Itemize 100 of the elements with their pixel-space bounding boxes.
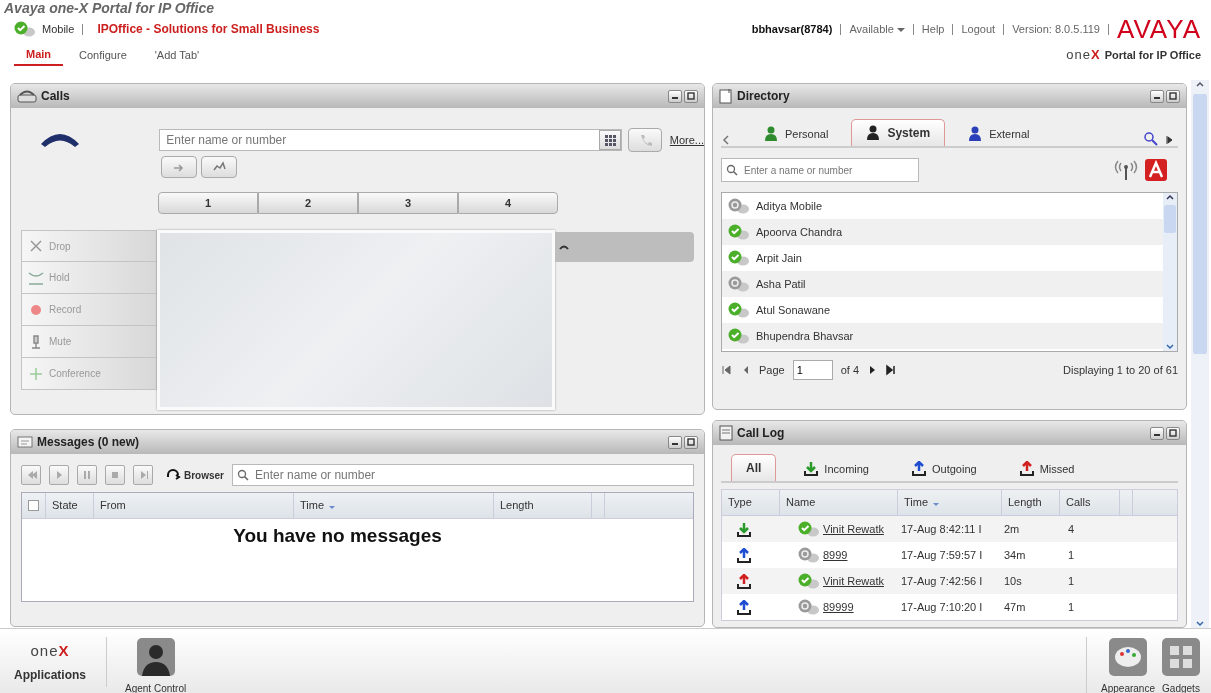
search-field[interactable]: Enter a name or number: [721, 158, 919, 182]
select-all-checkbox[interactable]: [28, 500, 39, 511]
scrollbar-thumb[interactable]: [1193, 94, 1207, 354]
panel-title: Call Log: [737, 425, 785, 442]
search-icon[interactable]: [1144, 132, 1158, 146]
line-tab[interactable]: 4: [458, 192, 558, 214]
scrollbar-thumb[interactable]: [1164, 205, 1176, 233]
maximize-icon: [1169, 92, 1177, 100]
download-arrow-icon: [803, 460, 820, 477]
panel-title: Calls: [41, 88, 70, 105]
call-log-tab[interactable]: Incoming: [788, 455, 884, 481]
header-link[interactable]: Logout: [961, 20, 996, 38]
site-title: IPOffice - Solutions for Small Business: [97, 21, 320, 38]
empty-message: You have no messages: [232, 524, 443, 548]
warning-letter-icon[interactable]: [1144, 158, 1168, 182]
directory-tab[interactable]: System: [851, 119, 946, 146]
minimize-button[interactable]: [1150, 426, 1164, 440]
contact-name[interactable]: Bhupendra Bhavsar: [756, 327, 854, 345]
directory-tab[interactable]: Personal: [749, 120, 844, 146]
call-log-tab[interactable]: Outgoing: [896, 455, 992, 481]
document-icon: [719, 425, 733, 441]
column-header[interactable]: Time: [904, 494, 940, 511]
minimize-button[interactable]: [668, 89, 682, 103]
line-tab[interactable]: 3: [358, 192, 458, 214]
browser-button[interactable]: Browser: [165, 467, 224, 483]
main-tab[interactable]: Configure: [67, 44, 139, 66]
call-log-tab[interactable]: Missed: [1003, 455, 1090, 481]
search-field[interactable]: Enter a name or number: [742, 161, 914, 179]
first-page-icon[interactable]: [721, 364, 733, 376]
page-title: Avaya one-X Portal for IP Office: [4, 0, 215, 16]
table-cell-text: 1: [1067, 573, 1075, 589]
contact-link[interactable]: 89999: [823, 598, 854, 616]
brand-logo: AVAYA: [1117, 17, 1201, 41]
search-icon: [237, 469, 249, 481]
grid-icon: [603, 133, 617, 147]
table-cell-text: 17-Aug 7:10:20 I: [900, 599, 984, 615]
contact-name[interactable]: Aditya Mobile: [756, 197, 823, 215]
column-header[interactable]: Length: [500, 497, 534, 514]
contact-name[interactable]: Arpit Jain: [756, 249, 802, 267]
park-button[interactable]: [201, 156, 237, 178]
contact-link[interactable]: 8999: [823, 546, 848, 564]
column-header[interactable]: Name: [786, 494, 816, 511]
column-header[interactable]: From: [100, 497, 126, 514]
column-header[interactable]: State: [52, 497, 78, 514]
dial-field[interactable]: Enter name or number: [159, 129, 623, 151]
list-scrollbar[interactable]: [1163, 193, 1177, 351]
maximize-button[interactable]: [684, 89, 698, 103]
column-header[interactable]: Time: [300, 497, 336, 514]
page-field[interactable]: 1: [792, 360, 833, 380]
search-icon: [726, 164, 738, 176]
contact-name[interactable]: Atul Sonawane: [756, 301, 830, 319]
column-header[interactable]: Type: [728, 494, 752, 511]
contact-link[interactable]: Vinit Rewatk: [823, 572, 884, 590]
contact-link[interactable]: Vinit Rewatk: [823, 520, 884, 538]
main-tab[interactable]: 'Add Tab': [142, 44, 212, 66]
scroll-down-icon[interactable]: [1165, 343, 1175, 351]
dial-field[interactable]: Enter name or number: [164, 130, 596, 150]
column-header[interactable]: Length: [1008, 494, 1042, 511]
line-tab[interactable]: 1: [158, 192, 258, 214]
person-icon: [764, 125, 780, 142]
page-count: of 4: [840, 362, 860, 378]
table-cell-text: 17-Aug 7:59:57 I: [900, 547, 984, 563]
contact-name[interactable]: Asha Patil: [756, 275, 806, 293]
call-log-tab[interactable]: All: [731, 454, 777, 481]
line-tab[interactable]: 2: [258, 192, 358, 214]
grid-icon: [1161, 637, 1201, 677]
palette-icon: [1108, 637, 1149, 677]
phone-icon: [17, 89, 37, 103]
last-page-icon[interactable]: [885, 364, 898, 376]
minimize-button[interactable]: [1150, 89, 1164, 103]
scroll-down-icon[interactable]: [1195, 620, 1205, 628]
column-header[interactable]: Calls: [1066, 494, 1091, 511]
maximize-button[interactable]: [1166, 89, 1180, 103]
maximize-button[interactable]: [1166, 426, 1180, 440]
table-cell-text: 10s: [1003, 573, 1023, 589]
previous-icon[interactable]: [721, 134, 731, 146]
maximize-button[interactable]: [684, 435, 698, 449]
header-link[interactable]: Help: [921, 20, 945, 38]
next-icon[interactable]: [1164, 134, 1174, 146]
table-cell-text: 47m: [1003, 599, 1027, 615]
availability-dropdown[interactable]: Available: [849, 20, 905, 38]
minimize-button[interactable]: [668, 435, 682, 449]
contact-name[interactable]: Apoorva Chandra: [756, 223, 843, 241]
applications-launcher[interactable]: oneX Applications: [14, 637, 107, 687]
hold-icon: [28, 269, 44, 286]
upload-arrow-icon: [1018, 460, 1035, 477]
more-link[interactable]: More...: [669, 131, 704, 149]
person-icon: [135, 637, 176, 677]
scrollbar[interactable]: [1191, 80, 1209, 628]
main-tab[interactable]: Main: [14, 43, 64, 67]
message-icon: [17, 436, 33, 448]
dialpad-button[interactable]: [599, 130, 622, 150]
mobile-link[interactable]: Mobile: [42, 20, 75, 38]
panel-title: Directory: [737, 88, 790, 105]
directory-tab[interactable]: External: [953, 120, 1045, 146]
scroll-up-icon[interactable]: [1195, 80, 1205, 88]
scroll-up-icon[interactable]: [1165, 193, 1175, 201]
caret-icon: [896, 27, 905, 32]
table-cell-text: 1: [1067, 599, 1075, 615]
signal-icon[interactable]: [1114, 159, 1138, 181]
